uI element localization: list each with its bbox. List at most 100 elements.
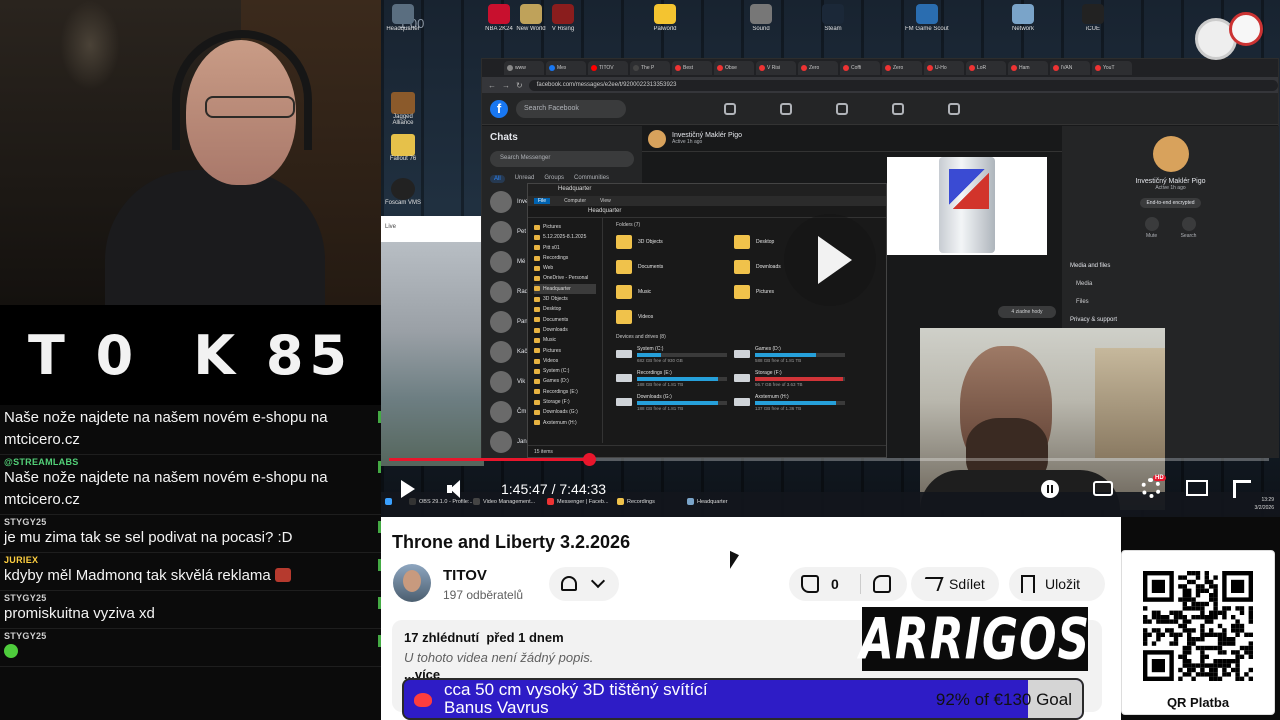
tree-item[interactable]: Headquarter [534, 283, 596, 295]
avatar[interactable] [648, 129, 666, 148]
dislike-icon[interactable] [873, 575, 891, 593]
camera-feed-window[interactable]: Live [381, 216, 484, 466]
tree-item[interactable]: Videos [534, 356, 596, 366]
drives-header[interactable]: Devices and drives (8) [616, 334, 878, 340]
browser-tab[interactable]: Ham [1008, 61, 1048, 75]
desktop-icon[interactable]: Headquarter [381, 4, 425, 32]
browser-tab[interactable]: The P [630, 61, 670, 75]
tree-item[interactable]: Storage (F:) [534, 397, 596, 407]
forward-icon[interactable]: → [502, 81, 510, 90]
tree-item[interactable]: Pitt s01 [534, 243, 596, 253]
ribbon-file-tab[interactable]: File [534, 198, 551, 204]
media-item[interactable]: Media [1062, 275, 1279, 293]
desktop-icon[interactable]: Jagged Alliance [383, 92, 423, 126]
browser-tab[interactable]: Coffi [840, 61, 880, 75]
messenger-search-input[interactable]: Search Messenger [490, 151, 634, 167]
browser-tab[interactable]: LoR [966, 61, 1006, 75]
tree-item[interactable]: Downloads [534, 325, 596, 335]
browser-tab[interactable]: IVAN [1050, 61, 1090, 75]
browser-tab[interactable]: Best [672, 61, 712, 75]
browser-tab[interactable]: TITOV [588, 61, 628, 75]
video-player[interactable]: 1.00 HeadquarterNBA 2K24New WorldV Risin… [381, 0, 1280, 517]
save-button[interactable]: Uložit [1009, 567, 1105, 601]
avatar[interactable] [1152, 136, 1189, 172]
back-icon[interactable]: ← [488, 81, 496, 90]
folder-item[interactable]: Documents [616, 257, 734, 276]
tree-item[interactable]: Web [534, 263, 596, 273]
tree-item[interactable]: Games (D:) [534, 376, 596, 386]
volume-icon[interactable] [447, 480, 465, 498]
browser-tab[interactable]: Zero [798, 61, 838, 75]
tree-item[interactable]: 3D Objects [534, 294, 596, 304]
theater-mode-icon[interactable] [1186, 480, 1208, 496]
subscribe-notifications-button[interactable] [549, 567, 619, 601]
media-files-section[interactable]: Media and files [1062, 257, 1279, 275]
channel-name[interactable]: TITOV [443, 567, 487, 584]
marketplace-icon[interactable] [892, 102, 904, 115]
subtitles-icon[interactable] [1093, 481, 1113, 496]
tree-item[interactable]: Music [534, 335, 596, 345]
big-play-icon[interactable] [784, 214, 876, 306]
tree-item[interactable]: Axxternum (H:) [534, 418, 596, 428]
friends-icon[interactable] [780, 102, 792, 115]
filter-communities[interactable]: Communities [574, 175, 609, 183]
watch-icon[interactable] [836, 102, 848, 115]
drive-item[interactable]: Downloads (G:) 188 GB free of 1.81 TB [616, 392, 734, 412]
reload-icon[interactable]: ↻ [516, 81, 523, 90]
desktop-icon[interactable]: Sound [739, 4, 783, 32]
browser-tab[interactable]: www [504, 61, 544, 75]
browser-tab[interactable]: Zero [882, 61, 922, 75]
browser-tab[interactable]: U-Ho [924, 61, 964, 75]
filter-all[interactable]: All [490, 175, 505, 183]
filter-unread[interactable]: Unread [515, 175, 535, 183]
browser-tab[interactable]: YouT [1092, 61, 1132, 75]
privacy-support-section[interactable]: Privacy & support [1062, 311, 1279, 329]
desktop-icon[interactable]: iCUE [1071, 4, 1115, 32]
tree-item[interactable]: Recordings [534, 253, 596, 263]
facebook-logo-icon[interactable]: f [490, 99, 508, 118]
settings-gear-icon[interactable] [1141, 478, 1161, 498]
filter-groups[interactable]: Groups [544, 175, 564, 183]
drive-item[interactable]: Axxternum (H:) 137 GB free of 1.36 TB [734, 392, 852, 412]
ribbon-view-tab[interactable]: View [600, 198, 611, 204]
folder-item[interactable]: Music [616, 282, 734, 301]
tree-item[interactable]: Downloads (G:) [534, 407, 596, 417]
share-button[interactable]: Sdílet [911, 567, 999, 601]
browser-tab[interactable]: Mes [546, 61, 586, 75]
desktop-icon[interactable]: V Rising [541, 4, 585, 32]
tree-item[interactable]: Pictures [534, 346, 596, 356]
facebook-search-input[interactable]: Search Facebook [516, 99, 626, 118]
tree-item[interactable]: 5.12.2025-8.1.2025 [534, 232, 596, 242]
desktop-icon[interactable]: Steam [811, 4, 855, 32]
folder-item[interactable]: Videos [616, 307, 734, 326]
tree-item[interactable]: Documents [534, 315, 596, 325]
drive-item[interactable]: System (C:) 682 GB free of 930 GB [616, 344, 734, 364]
tree-item[interactable]: Pictures [534, 222, 596, 232]
search-button[interactable]: Search [1181, 217, 1197, 239]
channel-avatar[interactable] [393, 564, 431, 602]
mute-button[interactable]: Mute [1145, 217, 1159, 239]
tree-item[interactable]: System (C:) [534, 366, 596, 376]
ribbon-computer-tab[interactable]: Computer [564, 198, 586, 204]
drive-item[interactable]: Storage (F:) 56.7 GB free of 3.63 TB [734, 368, 852, 388]
folder-item[interactable]: 3D Objects [616, 232, 734, 251]
progress-bar[interactable] [389, 453, 1269, 466]
desktop-icon[interactable]: Fallout 76 [383, 134, 423, 162]
tree-item[interactable]: Recordings (E:) [534, 387, 596, 397]
tree-item[interactable]: Desktop [534, 304, 596, 314]
files-item[interactable]: Files [1062, 293, 1279, 311]
desktop-icon[interactable]: Palworld [643, 4, 687, 32]
drive-item[interactable]: Games (D:) 588 GB free of 1.81 TB [734, 344, 852, 364]
tree-item[interactable]: OneDrive - Personal [534, 273, 596, 283]
browser-tab[interactable]: Obse [714, 61, 754, 75]
play-icon[interactable] [399, 480, 415, 498]
browser-tab[interactable]: V Risi [756, 61, 796, 75]
desktop-icon[interactable]: Network [1001, 4, 1045, 32]
home-icon[interactable] [724, 102, 736, 115]
gaming-icon[interactable] [948, 102, 960, 115]
desktop-icon[interactable]: Foscam VMS [383, 178, 423, 206]
fullscreen-icon[interactable] [1233, 480, 1251, 498]
like-icon[interactable] [801, 575, 819, 593]
url-field[interactable]: facebook.com/messages/e2ee/t/92000223133… [528, 79, 1278, 91]
desktop-icon[interactable]: FM Game Scout 24 [905, 4, 949, 32]
